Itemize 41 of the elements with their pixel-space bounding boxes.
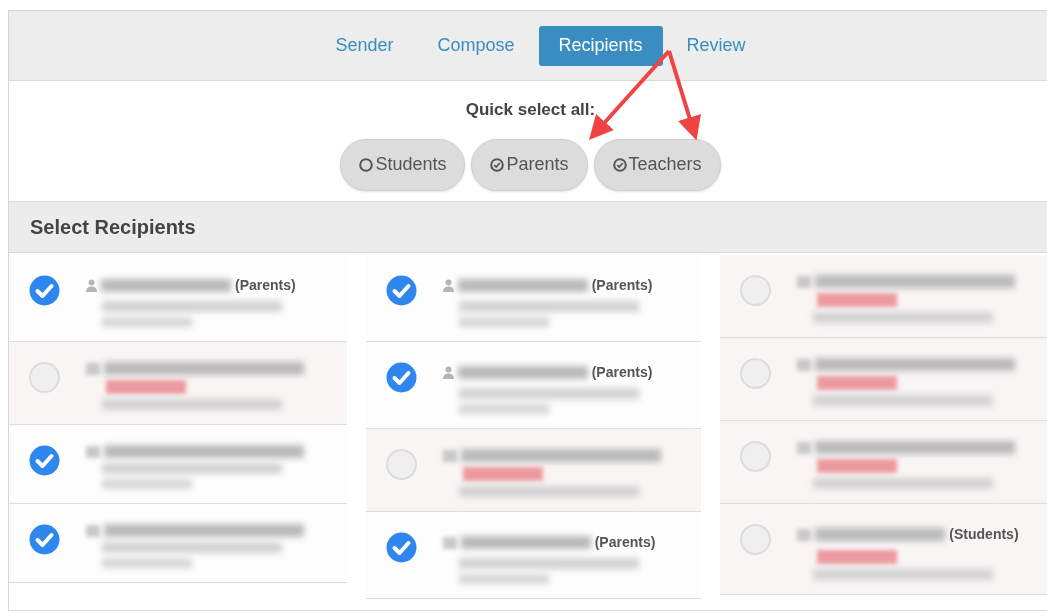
recipient-type: (Parents) <box>591 276 653 295</box>
quick-select-button[interactable]: Students <box>340 138 466 191</box>
step-tab[interactable]: Compose <box>417 25 535 66</box>
recipient-type: (Parents) <box>594 533 656 552</box>
redacted-text <box>86 445 100 458</box>
recipient-row[interactable] <box>720 255 1047 338</box>
recipient-row[interactable] <box>365 429 702 512</box>
step-tab[interactable]: Sender <box>315 25 414 66</box>
quick-select-label: Quick select all: <box>465 99 596 121</box>
redacted-text <box>86 524 100 537</box>
checked-circle-checkbox[interactable] <box>385 532 417 563</box>
checked-circle-checkbox[interactable] <box>385 362 417 393</box>
quick-select-button[interactable]: Parents <box>471 138 588 191</box>
step-tab[interactable]: Review <box>666 25 766 66</box>
recipient-row[interactable] <box>720 421 1047 504</box>
redacted-text <box>797 275 812 288</box>
redacted-text <box>442 449 457 462</box>
recipient-type: (Parents) <box>591 363 653 382</box>
recipient-row[interactable] <box>9 342 347 425</box>
redacted-text <box>797 528 812 541</box>
redacted-text <box>797 441 812 454</box>
step-tab[interactable]: Recipients <box>538 25 663 66</box>
empty-circle-checkbox[interactable] <box>740 358 772 389</box>
empty-circle-checkbox[interactable] <box>385 449 417 480</box>
redacted-text <box>797 358 812 371</box>
recipient-row[interactable]: (Students) <box>720 504 1047 595</box>
empty-circle-checkbox[interactable] <box>29 362 60 393</box>
checked-circle-checkbox[interactable] <box>29 275 60 306</box>
recipient-type: (Students) <box>949 525 1019 544</box>
empty-circle-checkbox[interactable] <box>740 275 772 306</box>
recipient-type: (Parents) <box>235 276 296 295</box>
checked-circle-checkbox[interactable] <box>29 445 60 476</box>
empty-circle-checkbox[interactable] <box>740 441 772 472</box>
quick-select-button[interactable]: Teachers <box>593 138 721 191</box>
section-title: Select Recipients <box>30 215 196 240</box>
checked-circle-checkbox[interactable] <box>385 275 417 306</box>
redacted-text <box>86 362 100 375</box>
empty-circle-checkbox[interactable] <box>740 524 772 555</box>
redacted-text <box>442 536 457 549</box>
recipient-row[interactable] <box>720 338 1047 421</box>
checked-circle-checkbox[interactable] <box>29 524 60 555</box>
